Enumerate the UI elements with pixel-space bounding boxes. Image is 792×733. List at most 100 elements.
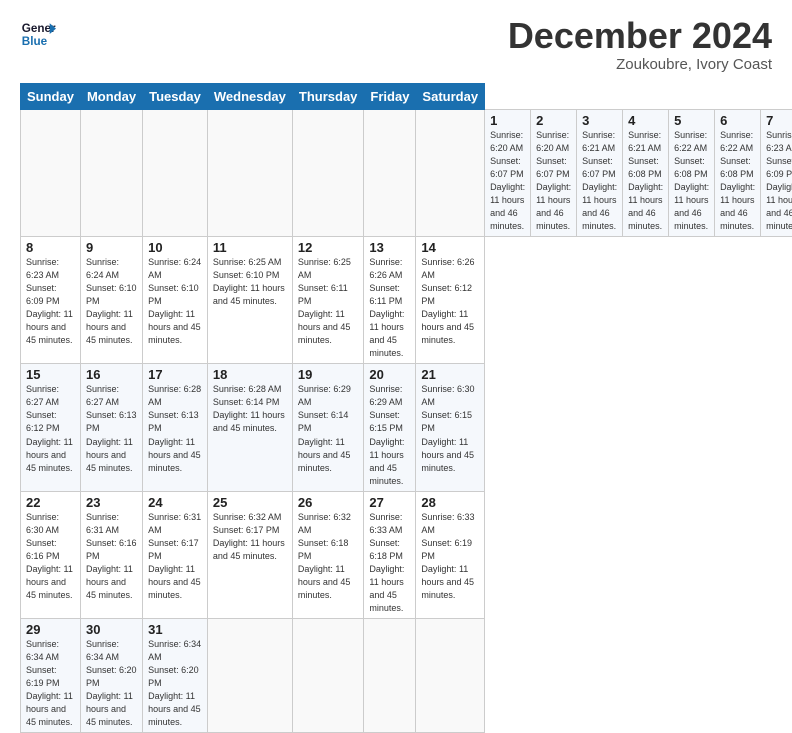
calendar-cell: 3Sunrise: 6:21 AM Sunset: 6:07 PM Daylig… (577, 109, 623, 236)
calendar-week-3: 15Sunrise: 6:27 AM Sunset: 6:12 PM Dayli… (21, 364, 792, 491)
day-number: 28 (421, 495, 479, 510)
col-sunday: Sunday (21, 83, 81, 109)
day-number: 11 (213, 240, 287, 255)
day-number: 17 (148, 367, 202, 382)
day-info: Sunrise: 6:33 AM Sunset: 6:18 PM Dayligh… (369, 511, 410, 615)
day-info: Sunrise: 6:27 AM Sunset: 6:12 PM Dayligh… (26, 383, 75, 474)
header-row: Sunday Monday Tuesday Wednesday Thursday… (21, 83, 792, 109)
calendar-week-1: 1Sunrise: 6:20 AM Sunset: 6:07 PM Daylig… (21, 109, 792, 236)
calendar-cell (364, 619, 416, 733)
day-info: Sunrise: 6:24 AM Sunset: 6:10 PM Dayligh… (148, 256, 202, 347)
day-info: Sunrise: 6:34 AM Sunset: 6:20 PM Dayligh… (148, 638, 202, 729)
calendar-cell: 31Sunrise: 6:34 AM Sunset: 6:20 PM Dayli… (143, 619, 208, 733)
calendar-cell: 16Sunrise: 6:27 AM Sunset: 6:13 PM Dayli… (80, 364, 142, 491)
calendar-cell: 20Sunrise: 6:29 AM Sunset: 6:15 PM Dayli… (364, 364, 416, 491)
day-info: Sunrise: 6:20 AM Sunset: 6:07 PM Dayligh… (536, 129, 571, 233)
title-block: December 2024 Zoukoubre, Ivory Coast (508, 16, 772, 73)
location: Zoukoubre, Ivory Coast (508, 56, 772, 73)
calendar-cell: 10Sunrise: 6:24 AM Sunset: 6:10 PM Dayli… (143, 236, 208, 363)
day-number: 30 (86, 622, 137, 637)
calendar-cell: 27Sunrise: 6:33 AM Sunset: 6:18 PM Dayli… (364, 491, 416, 618)
logo: General Blue (20, 16, 56, 52)
calendar-cell: 11Sunrise: 6:25 AM Sunset: 6:10 PM Dayli… (207, 236, 292, 363)
day-info: Sunrise: 6:27 AM Sunset: 6:13 PM Dayligh… (86, 383, 137, 474)
calendar-cell: 30Sunrise: 6:34 AM Sunset: 6:20 PM Dayli… (80, 619, 142, 733)
col-friday: Friday (364, 83, 416, 109)
day-number: 6 (720, 113, 755, 128)
day-number: 14 (421, 240, 479, 255)
day-info: Sunrise: 6:21 AM Sunset: 6:07 PM Dayligh… (582, 129, 617, 233)
day-number: 9 (86, 240, 137, 255)
svg-text:Blue: Blue (22, 35, 48, 48)
day-info: Sunrise: 6:31 AM Sunset: 6:16 PM Dayligh… (86, 511, 137, 602)
col-wednesday: Wednesday (207, 83, 292, 109)
day-number: 19 (298, 367, 359, 382)
calendar-cell: 5Sunrise: 6:22 AM Sunset: 6:08 PM Daylig… (669, 109, 715, 236)
calendar-cell (143, 109, 208, 236)
day-number: 23 (86, 495, 137, 510)
calendar-cell: 6Sunrise: 6:22 AM Sunset: 6:08 PM Daylig… (715, 109, 761, 236)
calendar-cell (207, 109, 292, 236)
day-info: Sunrise: 6:25 AM Sunset: 6:11 PM Dayligh… (298, 256, 359, 347)
day-info: Sunrise: 6:34 AM Sunset: 6:20 PM Dayligh… (86, 638, 137, 729)
day-info: Sunrise: 6:31 AM Sunset: 6:17 PM Dayligh… (148, 511, 202, 602)
day-info: Sunrise: 6:22 AM Sunset: 6:08 PM Dayligh… (674, 129, 709, 233)
day-info: Sunrise: 6:29 AM Sunset: 6:15 PM Dayligh… (369, 383, 410, 487)
calendar-cell: 1Sunrise: 6:20 AM Sunset: 6:07 PM Daylig… (485, 109, 531, 236)
calendar-table: Sunday Monday Tuesday Wednesday Thursday… (20, 83, 792, 733)
calendar-cell (292, 109, 364, 236)
calendar-cell: 23Sunrise: 6:31 AM Sunset: 6:16 PM Dayli… (80, 491, 142, 618)
calendar-cell: 22Sunrise: 6:30 AM Sunset: 6:16 PM Dayli… (21, 491, 81, 618)
calendar-cell: 19Sunrise: 6:29 AM Sunset: 6:14 PM Dayli… (292, 364, 364, 491)
calendar-cell: 21Sunrise: 6:30 AM Sunset: 6:15 PM Dayli… (416, 364, 485, 491)
logo-icon: General Blue (20, 16, 56, 52)
calendar-week-2: 8Sunrise: 6:23 AM Sunset: 6:09 PM Daylig… (21, 236, 792, 363)
day-info: Sunrise: 6:22 AM Sunset: 6:08 PM Dayligh… (720, 129, 755, 233)
day-number: 7 (766, 113, 792, 128)
day-number: 25 (213, 495, 287, 510)
day-number: 1 (490, 113, 525, 128)
calendar-week-5: 29Sunrise: 6:34 AM Sunset: 6:19 PM Dayli… (21, 619, 792, 733)
day-info: Sunrise: 6:28 AM Sunset: 6:13 PM Dayligh… (148, 383, 202, 474)
day-info: Sunrise: 6:30 AM Sunset: 6:16 PM Dayligh… (26, 511, 75, 602)
day-number: 27 (369, 495, 410, 510)
day-number: 26 (298, 495, 359, 510)
day-info: Sunrise: 6:33 AM Sunset: 6:19 PM Dayligh… (421, 511, 479, 602)
day-info: Sunrise: 6:32 AM Sunset: 6:17 PM Dayligh… (213, 511, 287, 563)
day-info: Sunrise: 6:26 AM Sunset: 6:12 PM Dayligh… (421, 256, 479, 347)
calendar-cell: 26Sunrise: 6:32 AM Sunset: 6:18 PM Dayli… (292, 491, 364, 618)
calendar-cell (416, 109, 485, 236)
col-tuesday: Tuesday (143, 83, 208, 109)
calendar-cell: 14Sunrise: 6:26 AM Sunset: 6:12 PM Dayli… (416, 236, 485, 363)
calendar-cell: 24Sunrise: 6:31 AM Sunset: 6:17 PM Dayli… (143, 491, 208, 618)
month-title: December 2024 (508, 16, 772, 56)
col-monday: Monday (80, 83, 142, 109)
day-number: 13 (369, 240, 410, 255)
calendar-cell: 8Sunrise: 6:23 AM Sunset: 6:09 PM Daylig… (21, 236, 81, 363)
calendar-cell: 29Sunrise: 6:34 AM Sunset: 6:19 PM Dayli… (21, 619, 81, 733)
calendar-cell: 28Sunrise: 6:33 AM Sunset: 6:19 PM Dayli… (416, 491, 485, 618)
day-info: Sunrise: 6:28 AM Sunset: 6:14 PM Dayligh… (213, 383, 287, 435)
calendar-cell (364, 109, 416, 236)
calendar-cell (207, 619, 292, 733)
calendar-cell (416, 619, 485, 733)
page: General Blue December 2024 Zoukoubre, Iv… (0, 0, 792, 612)
day-number: 24 (148, 495, 202, 510)
day-number: 12 (298, 240, 359, 255)
calendar-cell: 17Sunrise: 6:28 AM Sunset: 6:13 PM Dayli… (143, 364, 208, 491)
calendar-cell: 15Sunrise: 6:27 AM Sunset: 6:12 PM Dayli… (21, 364, 81, 491)
calendar-cell: 4Sunrise: 6:21 AM Sunset: 6:08 PM Daylig… (623, 109, 669, 236)
calendar-cell: 25Sunrise: 6:32 AM Sunset: 6:17 PM Dayli… (207, 491, 292, 618)
day-number: 8 (26, 240, 75, 255)
day-number: 16 (86, 367, 137, 382)
day-number: 18 (213, 367, 287, 382)
day-number: 22 (26, 495, 75, 510)
calendar-cell: 13Sunrise: 6:26 AM Sunset: 6:11 PM Dayli… (364, 236, 416, 363)
header: General Blue December 2024 Zoukoubre, Iv… (20, 16, 772, 73)
day-number: 10 (148, 240, 202, 255)
calendar-cell: 7Sunrise: 6:23 AM Sunset: 6:09 PM Daylig… (761, 109, 792, 236)
day-number: 15 (26, 367, 75, 382)
calendar-cell (21, 109, 81, 236)
day-info: Sunrise: 6:20 AM Sunset: 6:07 PM Dayligh… (490, 129, 525, 233)
day-info: Sunrise: 6:34 AM Sunset: 6:19 PM Dayligh… (26, 638, 75, 729)
